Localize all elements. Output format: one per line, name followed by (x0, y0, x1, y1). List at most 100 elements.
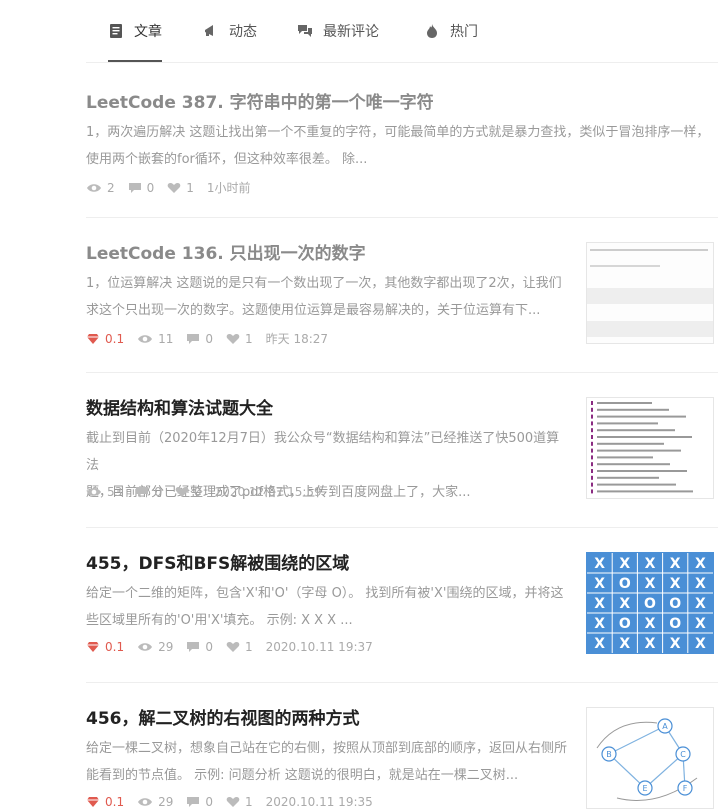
grid-cell: X (645, 576, 656, 592)
grid-cell: X (594, 556, 605, 572)
comment-icon (136, 487, 149, 497)
article-meta: 0.1 11 0 1 昨天 18:27 (86, 330, 341, 347)
grid-cell: O (619, 576, 631, 592)
article-summary: 给定一个二维的矩阵，包含'X'和'O'（字母 O）。 找到所有被'X'围绕的区域… (86, 580, 566, 634)
comment-count: 0 (154, 485, 162, 499)
document-icon (110, 23, 122, 38)
tab-hot[interactable]: 热门 (424, 0, 478, 61)
summary-line: 给定一个二维的矩阵，包含'X'和'O'（字母 O）。 找到所有被'X'围绕的区域… (86, 586, 564, 601)
publish-time: 1小时前 (206, 181, 251, 195)
comment-count: 0 (146, 180, 155, 195)
comment-count: 0 (205, 795, 214, 809)
thumbnail-grid: X X X X XX O X X XX X O O XX O X O XX X X X X (587, 553, 713, 653)
summary-line: 些区域里所有的'O'用'X'填充。 示例: X X X ... (86, 613, 353, 628)
view-count: 53 (107, 485, 123, 499)
grid-cell: X (695, 636, 706, 652)
summary-line: 给定一棵二叉树，想象自己站在它的右侧，按照从顶部到底部的顺序，返回从右侧所 (86, 741, 568, 756)
grid-cell: X (695, 576, 706, 592)
article-summary: 1，位运算解决 这题说的是只有一个数出现了一次，其他数字都出现了2次，让我们 求… (86, 270, 566, 324)
article-item[interactable]: 456，解二叉树的右视图的两种方式 给定一棵二叉树，想象自己站在它的右侧，按照从… (86, 682, 718, 809)
diamond-icon (87, 642, 99, 652)
publish-time: 2020.10.11 19:35 (265, 795, 373, 809)
tab-articles[interactable]: 文章 (108, 0, 162, 62)
grid-cell: X (645, 636, 656, 652)
comment-icon (187, 333, 200, 344)
grid-cell: O (669, 596, 681, 612)
article-thumbnail[interactable] (586, 397, 714, 499)
megaphone-icon (205, 24, 213, 36)
article-meta: 0.1 29 0 1 2020.10.11 19:37 (86, 640, 386, 654)
diamond-icon (87, 797, 99, 807)
grid-cell: X (670, 636, 681, 652)
grid-cell: O (644, 596, 656, 612)
article-meta: 0.1 29 0 1 2020.10.11 19:35 (86, 795, 386, 809)
heart-icon (226, 333, 240, 344)
view-count: 11 (158, 331, 174, 346)
article-title[interactable]: LeetCode 136. 只出现一次的数字 (86, 243, 366, 265)
article-title[interactable]: 456，解二叉树的右视图的两种方式 (86, 708, 360, 730)
publish-time: 昨天 18:27 (265, 332, 329, 346)
article-summary: 1，两次遍历解决 这题让找出第一个不重复的字符，可能最简单的方式就是暴力查找，类… (86, 119, 711, 173)
view-count: 29 (158, 795, 174, 809)
article-thumbnail[interactable]: A B C E F (586, 707, 714, 809)
article-thumbnail[interactable]: XXXXXXOXXXXXOOXXOXOXXXXXX (586, 552, 714, 654)
summary-line: 能看到的节点值。 示例: 问题分析 这题说的很明白，就是站在一棵二叉树... (86, 768, 519, 783)
grid-cell: X (619, 636, 630, 652)
article-title[interactable]: 455，DFS和BFS解被围绕的区域 (86, 553, 349, 575)
heart-icon (167, 182, 181, 193)
summary-line: 截止到目前（2020年12月7日）我公众号“数据结构和算法”已经推送了快500道… (86, 431, 560, 473)
tree-node-label: C (680, 750, 686, 759)
view-count: 29 (158, 640, 174, 654)
diamond-icon (87, 333, 99, 344)
grid-cell: X (695, 556, 706, 572)
tab-hot-label: 热门 (450, 23, 478, 40)
tree-node-label: B (606, 750, 612, 759)
grid-cell: X (619, 596, 630, 612)
tab-activity[interactable]: 动态 (203, 0, 257, 61)
grid-cell: O (669, 616, 681, 632)
tab-latest-comments[interactable]: 最新评论 (297, 0, 379, 61)
article-meta: 2 0 1 1小时前 (86, 179, 264, 196)
article-thumbnail[interactable] (586, 242, 714, 344)
grid-cell: X (619, 556, 630, 572)
article-item[interactable]: 数据结构和算法试题大全 截止到目前（2020年12月7日）我公众号“数据结构和算… (86, 372, 718, 528)
like-count: 1 (245, 640, 253, 654)
flame-icon (427, 23, 437, 38)
article-item[interactable]: LeetCode 136. 只出现一次的数字 1，位运算解决 这题说的是只有一个… (86, 217, 718, 373)
summary-line: 1，两次遍历解决 这题让找出第一个不重复的字符，可能最简单的方式就是暴力查找，类… (86, 125, 710, 140)
eye-icon (138, 798, 153, 806)
grid-cell: X (670, 576, 681, 592)
grid-cell: X (594, 576, 605, 592)
grid-cell: X (594, 596, 605, 612)
eye-icon (138, 643, 153, 651)
heart-icon (226, 797, 240, 807)
tree-node-label: A (662, 722, 668, 731)
tree-node-label: F (683, 784, 688, 793)
eye-icon (87, 488, 101, 496)
tab-latest-comments-label: 最新评论 (323, 23, 379, 40)
thumbnail-image (587, 398, 713, 498)
publish-time: 2020.12.07 15:59 (214, 485, 322, 499)
article-summary: 给定一棵二叉树，想象自己站在它的右侧，按照从顶部到底部的顺序，返回从右侧所 能看… (86, 735, 576, 789)
article-item[interactable]: 455，DFS和BFS解被围绕的区域 给定一个二维的矩阵，包含'X'和'O'（字… (86, 527, 718, 683)
summary-line: 求这个只出现一次的数字。这题使用位运算是最容易解决的，关于位运算有下... (86, 303, 541, 318)
comment-count: 0 (205, 331, 214, 346)
article-title[interactable]: 数据结构和算法试题大全 (86, 398, 273, 420)
grid-cell: X (670, 556, 681, 572)
heart-icon (175, 487, 189, 497)
grid-cell: X (695, 596, 706, 612)
eye-icon (138, 334, 153, 343)
tree-node-label: E (642, 784, 647, 793)
grid-cell: X (645, 556, 656, 572)
grid-cell: O (619, 616, 631, 632)
article-item[interactable]: LeetCode 387. 字符串中的第一个唯一字符 1，两次遍历解决 这题让找… (86, 62, 718, 218)
coin-count: 0.1 (105, 640, 125, 654)
article-title[interactable]: LeetCode 387. 字符串中的第一个唯一字符 (86, 92, 434, 114)
comment-icon (187, 797, 200, 807)
view-count: 2 (107, 180, 115, 195)
comment-icon (187, 642, 200, 652)
publish-time: 2020.10.11 19:37 (265, 640, 373, 654)
comment-count: 0 (205, 640, 214, 654)
eye-icon (87, 183, 101, 192)
thumbnail-tree: A B C E F (596, 718, 698, 801)
